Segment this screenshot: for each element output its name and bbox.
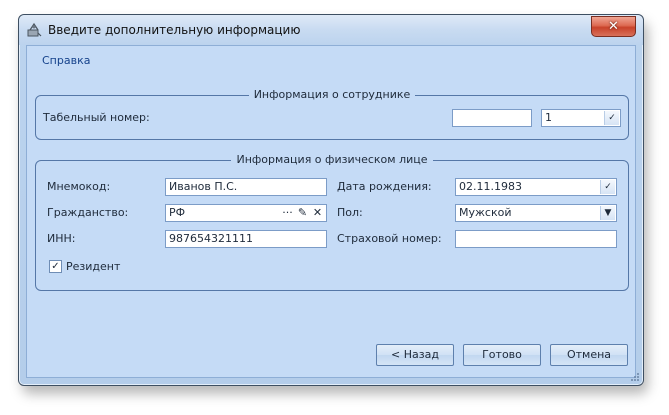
finish-button[interactable]: Готово [463,344,541,366]
resize-grip-icon[interactable] [630,372,640,382]
employee-info-group: Информация о сотруднике Табельный номер:… [35,88,629,140]
birth-date-picker[interactable]: 02.11.1983 ✓ [455,178,617,196]
edit-icon[interactable]: ✎ [295,206,310,220]
back-button[interactable]: < Назад [376,344,454,366]
dialog-window: Введите дополнительную информацию ✕ Спра… [18,14,644,386]
person-info-group: Информация о физическом лице Мнемокод: И… [35,153,629,291]
clear-icon[interactable]: ✕ [310,206,325,220]
menu-item-help[interactable]: Справка [42,54,90,67]
title-bar[interactable]: Введите дополнительную информацию ✕ [19,15,643,45]
sex-select[interactable]: Мужской ▼ [455,204,617,222]
cancel-button[interactable]: Отмена [550,344,628,366]
insurance-number-label: Страховой номер: [337,232,442,245]
window-title: Введите дополнительную информацию [48,23,301,37]
resident-checkbox[interactable]: ✓ [49,260,62,273]
mnemocode-input[interactable]: Иванов П.С. [165,178,327,196]
mnemocode-label: Мнемокод: [47,180,111,193]
person-info-legend: Информация о физическом лице [231,153,433,166]
ellipsis-icon[interactable]: ··· [280,206,295,220]
sex-value: Мужской [459,206,512,219]
close-icon: ✕ [608,19,619,34]
sex-label: Пол: [337,206,363,219]
tab-number-label: Табельный номер: [43,111,150,124]
chevron-down-icon[interactable]: ▼ [600,206,615,220]
tab-number-combo[interactable]: 1 ✓ [541,109,621,127]
checkmark-icon[interactable]: ✓ [604,111,619,125]
checkmark-icon[interactable]: ✓ [600,180,615,194]
app-icon [27,22,42,37]
employee-info-legend: Информация о сотруднике [248,88,416,101]
tab-number-combo-value: 1 [545,111,552,124]
resident-label: Резидент [66,260,121,273]
dialog-body: Справка Информация о сотруднике Табельны… [26,45,636,378]
citizenship-label: Гражданство: [47,206,129,219]
birth-date-value: 02.11.1983 [459,180,522,193]
inn-label: ИНН: [47,232,76,245]
close-button[interactable]: ✕ [591,16,636,37]
insurance-number-input[interactable] [455,230,617,248]
citizenship-input[interactable]: РФ ··· ✎ ✕ [165,204,327,222]
tab-number-input[interactable] [452,109,532,127]
inn-input[interactable]: 987654321111 [165,230,327,248]
birth-date-label: Дата рождения: [337,180,432,193]
citizenship-value: РФ [169,206,186,219]
